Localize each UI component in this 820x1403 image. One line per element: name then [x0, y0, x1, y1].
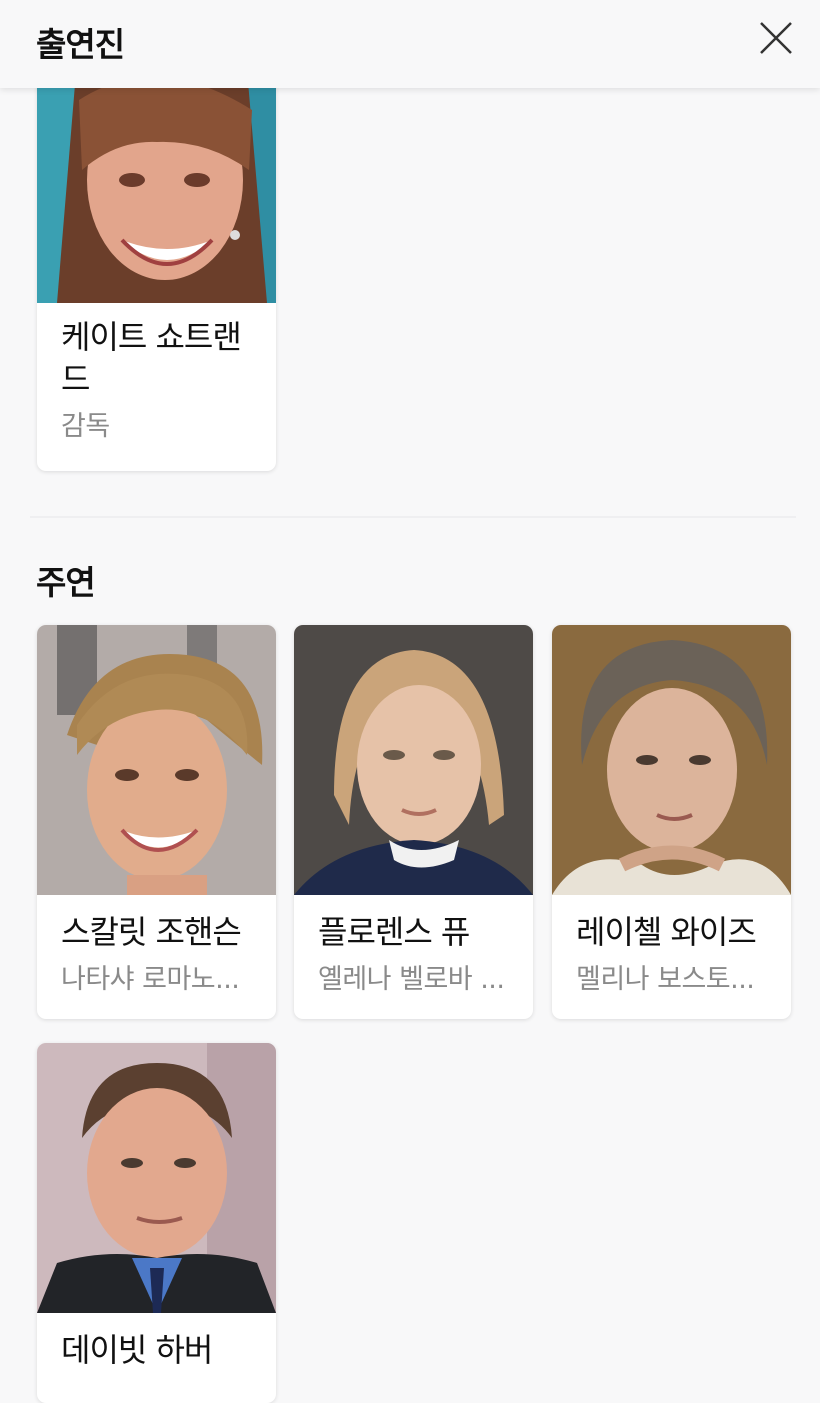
section-title-main-cast: 주연 — [36, 563, 96, 602]
page-title: 출연진 — [36, 25, 125, 64]
cast-role: 옐레나 벨로바 ... — [318, 964, 505, 995]
cast-photo — [37, 1043, 276, 1313]
close-icon — [760, 22, 792, 54]
header: 출연진 — [0, 0, 820, 88]
cast-card[interactable]: 스칼릿 조핸슨 나타샤 로마노... — [37, 625, 276, 1019]
cast-role: 나타샤 로마노... — [61, 964, 240, 995]
cast-card[interactable]: 데이빗 하버 — [37, 1043, 276, 1403]
close-button[interactable] — [756, 18, 796, 58]
cast-name: 플로렌스 퓨 — [318, 913, 470, 951]
cast-card-director[interactable]: 케이트 쇼트랜 드 감독 — [37, 30, 276, 471]
cast-name: 케이트 쇼트랜 드 — [61, 318, 242, 398]
cast-photo — [552, 625, 791, 895]
cast-photo — [37, 625, 276, 895]
cast-photo — [294, 625, 533, 895]
cast-role: 멜리나 보스토... — [576, 964, 755, 995]
cast-role: 감독 — [61, 411, 110, 442]
cast-name: 데이빗 하버 — [61, 1331, 213, 1369]
cast-card[interactable]: 레이첼 와이즈 멜리나 보스토... — [552, 625, 791, 1019]
cast-name: 레이첼 와이즈 — [576, 913, 757, 951]
cast-name: 스칼릿 조핸슨 — [61, 913, 242, 951]
section-divider — [30, 516, 796, 518]
cast-card[interactable]: 플로렌스 퓨 옐레나 벨로바 ... — [294, 625, 533, 1019]
